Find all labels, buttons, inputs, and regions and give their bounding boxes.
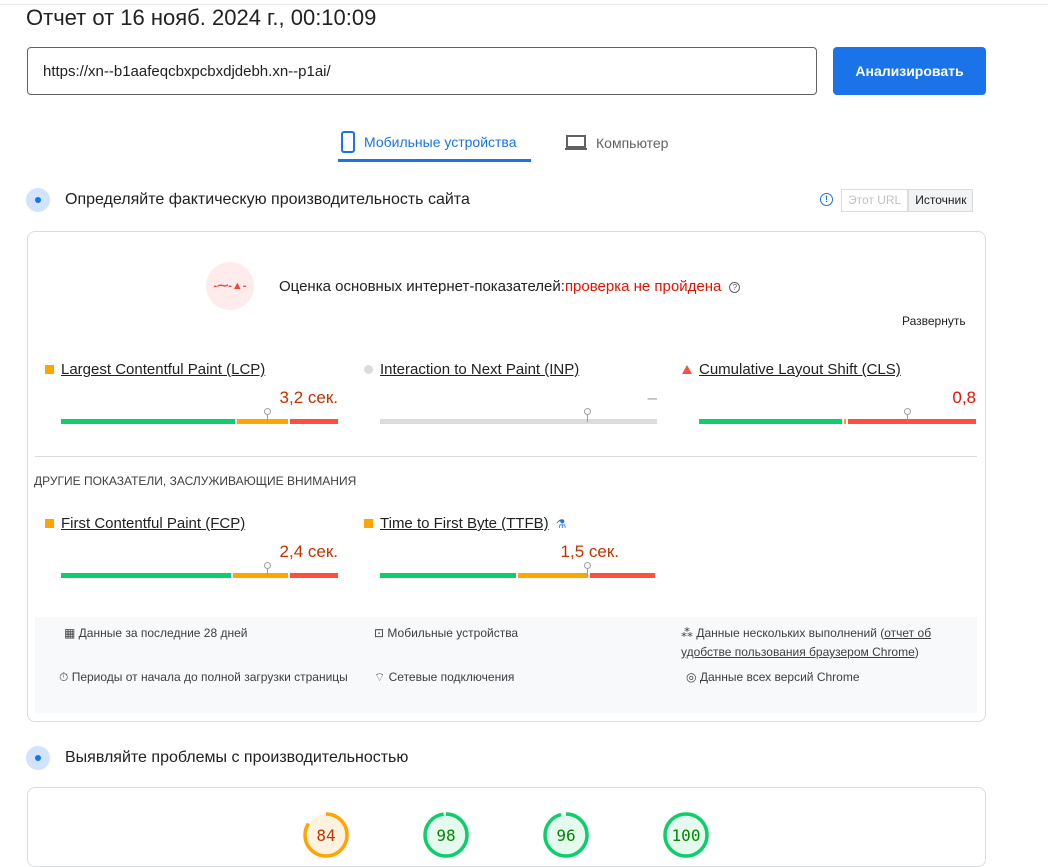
score-gauge[interactable]: 100 [662, 811, 710, 859]
value-marker [904, 408, 911, 422]
data-info-box: ▦ Данные за последние 28 дней ⊡ Мобильны… [35, 617, 977, 713]
metric-link[interactable]: First Contentful Paint (FCP) [61, 515, 245, 532]
cwv-failed-icon: -⁓-▲- [206, 262, 254, 310]
info-chrome: ◎ Данные всех версий Chrome [686, 670, 860, 684]
metric-fcp: First Contentful Paint (FCP) 2,4 сек. [45, 515, 338, 578]
report-title: Отчет от 16 нояб. 2024 г., 00:10:09 [26, 5, 377, 30]
poor-triangle-icon [682, 365, 692, 374]
tab-label: Мобильные устройства [364, 133, 517, 150]
devices-icon: ⊡ [374, 626, 388, 640]
laptop-icon [565, 135, 587, 150]
metric-ttfb: Time to First Byte (TTFB) ⚗ 1,5 сек. [364, 515, 657, 578]
average-square-icon [45, 519, 54, 528]
score-value: 98 [436, 826, 455, 845]
cwv-status: проверка не пройдена [564, 278, 722, 295]
value-marker [584, 408, 591, 422]
metric-distribution-bar [61, 562, 338, 578]
lab-data-card [27, 787, 986, 867]
source-toggle: Этот URL Источник [841, 189, 974, 212]
field-data-icon [26, 188, 50, 212]
info-durations: ⏱ Периоды от начала до полной загрузки с… [59, 670, 348, 684]
no-data-dot-icon [364, 365, 373, 374]
score-gauge[interactable]: 96 [542, 811, 590, 859]
section-title: Выявляйте проблемы с производительностью [65, 749, 409, 766]
expand-button[interactable]: Развернуть [902, 314, 966, 328]
lab-data-icon [26, 746, 50, 770]
average-square-icon [364, 519, 373, 528]
this-url-button[interactable]: Этот URL [841, 189, 909, 212]
score-gauge[interactable]: 84 [302, 811, 350, 859]
source-button[interactable]: Источник [908, 189, 974, 212]
section-title: Определяйте фактическую производительнос… [65, 191, 470, 208]
cwv-assessment: Оценка основных интернет-показателей:про… [279, 278, 741, 295]
metric-inp: Interaction to Next Paint (INP) – [364, 361, 657, 424]
url-input[interactable] [27, 47, 817, 95]
info-runs: ⁂ Данные нескольких выполнений (отчет об… [681, 626, 932, 659]
metric-value: 1,5 сек. [560, 542, 619, 561]
info-network: ⌔ Сетевые подключения [374, 670, 515, 684]
runs-icon: ⁂ [681, 626, 697, 640]
metric-value: 0,8 [952, 388, 976, 407]
metric-distribution-bar [699, 408, 976, 424]
metric-link[interactable]: Interaction to Next Paint (INP) [380, 361, 579, 378]
score-value: 84 [316, 826, 335, 845]
info-icon[interactable]: ! [820, 193, 833, 206]
tab-mobile[interactable]: Мобильные устройства [338, 124, 531, 162]
lab-data-header: Выявляйте проблемы с производительностью [26, 746, 408, 770]
divider [35, 456, 977, 457]
smartphone-icon [341, 130, 355, 153]
value-marker [264, 408, 271, 422]
metric-distribution-bar [61, 408, 338, 424]
info-period: ▦ Данные за последние 28 дней [64, 626, 248, 640]
metric-lcp: Largest Contentful Paint (LCP) 3,2 сек. [45, 361, 338, 424]
tab-label: Компьютер [596, 135, 669, 151]
score-value: 100 [672, 826, 701, 845]
help-icon[interactable]: ? [729, 282, 741, 293]
analyze-button[interactable]: Анализировать [833, 47, 986, 95]
wifi-icon: ⌔ [374, 670, 389, 684]
metric-distribution-bar [380, 562, 657, 578]
average-square-icon [45, 365, 54, 374]
score-value: 96 [556, 826, 575, 845]
info-device: ⊡ Мобильные устройства [374, 626, 519, 640]
timer-icon: ⏱ [59, 670, 72, 684]
tab-desktop[interactable]: Компьютер [564, 124, 668, 162]
metric-value: 3,2 сек. [279, 388, 338, 407]
value-marker [584, 562, 591, 576]
chrome-icon: ◎ [686, 670, 700, 684]
metric-distribution-bar [380, 408, 657, 424]
value-marker [264, 562, 271, 576]
cwv-label: Оценка основных интернет-показателей: [279, 278, 565, 295]
metric-value: 2,4 сек. [279, 542, 338, 561]
score-gauge[interactable]: 98 [422, 811, 470, 859]
metric-link[interactable]: Cumulative Layout Shift (CLS) [699, 361, 901, 378]
field-data-header: Определяйте фактическую производительнос… [26, 188, 470, 212]
experimental-flask-icon: ⚗ [555, 516, 567, 531]
metric-link[interactable]: Largest Contentful Paint (LCP) [61, 361, 265, 378]
metric-value: – [647, 388, 657, 407]
other-metrics-heading: ДРУГИЕ ПОКАЗАТЕЛИ, ЗАСЛУЖИВАЮЩИЕ ВНИМАНИ… [34, 474, 357, 488]
calendar-icon: ▦ [64, 626, 79, 640]
metric-link[interactable]: Time to First Byte (TTFB) [380, 515, 549, 532]
metric-cls: Cumulative Layout Shift (CLS) 0,8 [682, 361, 976, 424]
